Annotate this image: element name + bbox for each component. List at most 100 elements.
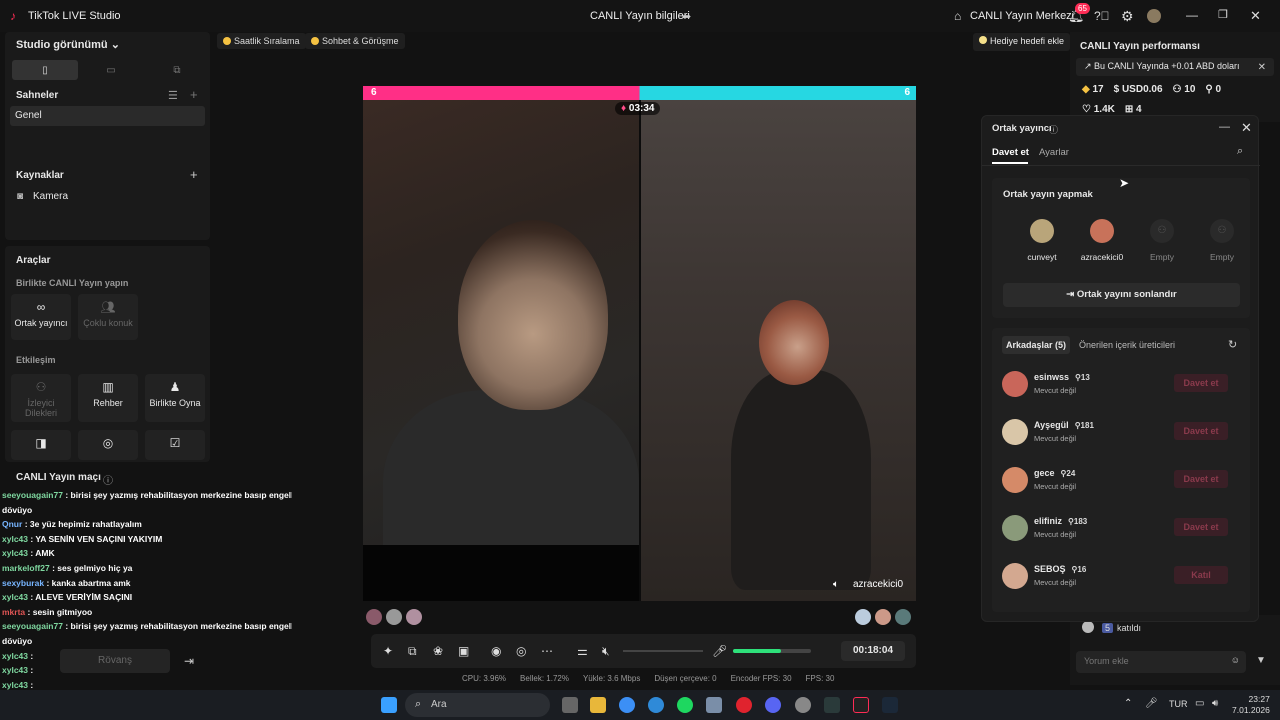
gift-goal-button[interactable]: Hediye hedefi ekle — [973, 33, 1071, 51]
gifter-avatar[interactable] — [895, 609, 911, 625]
invite-button[interactable]: Davet et — [1174, 422, 1228, 440]
chat-username[interactable]: Qnur — [2, 519, 22, 529]
gifter-avatar[interactable] — [875, 609, 891, 625]
opera-icon[interactable] — [736, 697, 752, 713]
viewer-wishes-button[interactable]: ⚇ İzleyici Dilekleri — [11, 374, 71, 422]
invite-button[interactable]: Davet et — [1174, 518, 1228, 536]
minimize-icon[interactable]: — — [1219, 121, 1230, 133]
studio-view-dropdown[interactable]: Studio görünümü ⌄ — [16, 38, 120, 51]
tab-suggested[interactable]: Önerilen içerik üreticileri — [1079, 340, 1175, 350]
camera-settings-icon[interactable]: ◎ — [516, 644, 526, 658]
clock[interactable]: 23:27 7.01.2026 — [1232, 694, 1270, 716]
chat-meet-chip[interactable]: Sohbet & Görüşme — [305, 33, 405, 49]
search-icon[interactable]: ⌕ — [1237, 145, 1243, 158]
emoji-icon[interactable]: ☺ — [1231, 655, 1240, 665]
tab-friends[interactable]: Arkadaşlar (5) — [1002, 336, 1071, 354]
chat-username[interactable]: markeloff27 — [2, 563, 50, 573]
gear-icon[interactable]: ⚙ — [1121, 8, 1134, 25]
chat-username[interactable]: xylc43 — [2, 665, 28, 675]
edge-icon[interactable] — [648, 697, 664, 713]
help-icon[interactable]: ?⃝ — [1094, 9, 1110, 23]
app-icon-3[interactable] — [824, 697, 840, 713]
scene-item[interactable]: Genel — [10, 106, 205, 126]
taskbar-search[interactable]: ⌕ Ara — [405, 693, 550, 717]
dual-layout-tab[interactable]: ⧉ — [144, 60, 210, 80]
end-cohost-button[interactable]: ⇥ Ortak yayını sonlandır — [1003, 283, 1240, 307]
effects-icon[interactable]: ⧉ — [408, 644, 417, 659]
avatar[interactable] — [1147, 9, 1161, 23]
cohost-slot[interactable]: azracekici0 — [1072, 219, 1132, 262]
maximize-icon[interactable]: ❐ — [1218, 8, 1228, 21]
filter-icon[interactable]: ▼ — [1256, 655, 1266, 666]
chat-username[interactable]: seeyouagain77 — [2, 490, 63, 500]
landscape-layout-tab[interactable]: ▭ — [78, 60, 144, 80]
app-icon[interactable] — [706, 697, 722, 713]
mic-icon[interactable]: 🎤︎ — [712, 644, 727, 658]
gifter-avatar[interactable] — [386, 609, 402, 625]
chat-username[interactable]: seeyouagain77 — [2, 621, 63, 631]
cohost-slot-empty[interactable]: ⚇ Empty — [1192, 219, 1252, 262]
cohost-slot-empty[interactable]: ⚇ Empty — [1132, 219, 1192, 262]
cohost-slot[interactable]: cunveyt — [1012, 219, 1072, 262]
chat-username[interactable]: xylc43 — [2, 592, 28, 602]
cohost-tool-button[interactable]: ∞ Ortak yayıncı — [11, 294, 71, 340]
portrait-layout-tab[interactable]: ▯ — [12, 60, 78, 80]
help-icon[interactable]: ⓘ — [103, 472, 113, 487]
add-source-icon[interactable]: + — [190, 167, 198, 182]
file-explorer-icon[interactable] — [590, 697, 606, 713]
invite-button[interactable]: Davet et — [1174, 470, 1228, 488]
chat-username[interactable]: xylc43 — [2, 548, 28, 558]
record-icon[interactable]: ◉ — [491, 644, 501, 658]
chevron-up-icon[interactable]: ⌃ — [1124, 698, 1132, 709]
task-view-icon[interactable] — [562, 697, 578, 713]
play-together-button[interactable]: ♟ Birlikte Oyna — [145, 374, 205, 422]
language-indicator[interactable]: TUR — [1169, 699, 1188, 709]
tool-extra-3[interactable]: ☑ — [145, 430, 205, 460]
spotify-icon[interactable] — [677, 697, 693, 713]
close-icon[interactable]: ✕ — [1241, 120, 1252, 136]
enhance-icon[interactable]: ❀ — [433, 644, 443, 658]
chat-username[interactable]: sexyburak — [2, 578, 44, 588]
close-icon[interactable]: ✕ — [1258, 62, 1266, 73]
help-icon[interactable]: ⓘ — [1049, 123, 1058, 136]
magic-wand-icon[interactable]: ✦ — [383, 644, 393, 658]
chat-username[interactable]: xylc43 — [2, 651, 28, 661]
share-icon[interactable]: ➦ — [682, 10, 691, 23]
live-center-button[interactable]: CANLI Yayın Merkezi — [970, 10, 1074, 22]
steam-icon[interactable] — [882, 697, 898, 713]
gifter-avatar[interactable] — [366, 609, 382, 625]
exit-icon[interactable]: ⇥ — [180, 652, 198, 670]
volume-slider[interactable] — [623, 650, 703, 652]
speaker-icon[interactable]: 🔈︎ — [833, 579, 839, 590]
live-info-button[interactable]: CANLI Yayın bilgileri — [590, 10, 690, 22]
gifter-avatar[interactable] — [855, 609, 871, 625]
volume-icon[interactable]: 🔊︎ — [1212, 698, 1218, 709]
tab-settings[interactable]: Ayarlar — [1039, 147, 1069, 158]
hourly-ranking-chip[interactable]: Saatlik Sıralama — [217, 33, 306, 49]
mute-icon[interactable]: 🔇︎ — [602, 644, 610, 659]
add-scene-icon[interactable]: + — [190, 87, 198, 102]
gifter-avatar[interactable] — [406, 609, 422, 625]
sliders-icon[interactable]: ⚌ — [577, 644, 588, 658]
invite-button[interactable]: Katıl — [1174, 566, 1228, 584]
network-icon[interactable]: ▭ — [1195, 698, 1204, 709]
comment-input[interactable]: Yorum ekle ☺ — [1076, 651, 1246, 673]
list-icon[interactable]: ☰ — [168, 89, 178, 102]
invite-button[interactable]: Davet et — [1174, 374, 1228, 392]
rematch-button[interactable]: Rövanş — [60, 649, 170, 673]
refresh-icon[interactable]: ↻ — [1228, 338, 1237, 351]
close-icon[interactable]: ✕ — [1250, 8, 1261, 24]
tiktok-studio-taskbar-icon[interactable] — [853, 697, 869, 713]
discord-icon[interactable] — [765, 697, 781, 713]
chat-username[interactable]: xylc43 — [2, 534, 28, 544]
chrome-icon[interactable] — [619, 697, 635, 713]
app-icon-2[interactable] — [795, 697, 811, 713]
screen-icon[interactable]: ▣ — [458, 644, 469, 658]
mic-icon[interactable]: 🎤︎ — [1145, 698, 1158, 709]
minimize-icon[interactable]: — — [1186, 8, 1198, 22]
windows-start-icon[interactable] — [381, 697, 397, 713]
tab-invite[interactable]: Davet et — [992, 147, 1029, 158]
tool-extra-1[interactable]: ◨ — [11, 430, 71, 460]
guide-button[interactable]: ▥ Rehber — [78, 374, 138, 422]
chat-username[interactable]: xylc43 — [2, 680, 28, 690]
